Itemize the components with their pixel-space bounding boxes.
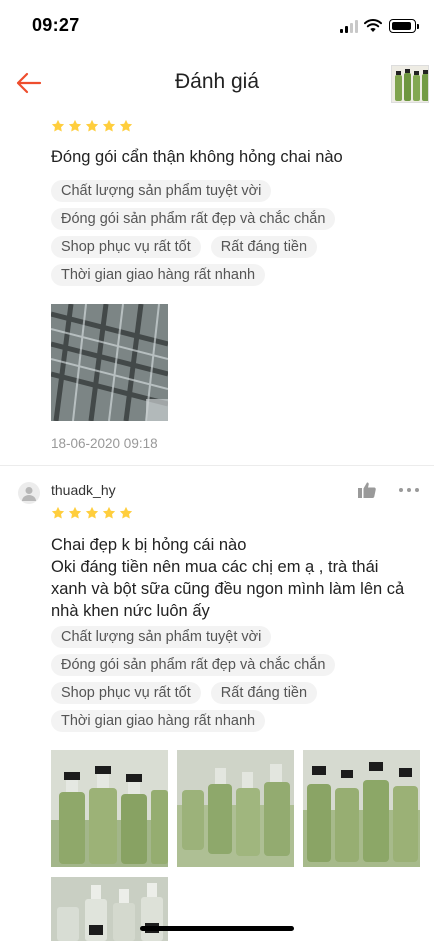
review-tag[interactable]: Shop phục vụ rất tốt xyxy=(51,682,201,704)
thumbs-up-icon[interactable] xyxy=(357,481,377,499)
review-tags: Chất lượng sản phẩm tuyệt vời Đóng gói s… xyxy=(51,180,431,292)
bottles-photo-image xyxy=(51,877,168,941)
review-text-line: Oki đáng tiền nên mua các chị em ạ , trà… xyxy=(51,558,379,576)
star-icon xyxy=(51,506,65,519)
review-photo[interactable] xyxy=(303,750,420,867)
review-photo[interactable] xyxy=(51,750,168,867)
bottles-photo-image xyxy=(51,750,168,867)
review-tag[interactable]: Đóng gói sản phẩm rất đẹp và chắc chắn xyxy=(51,208,336,230)
review-tag[interactable]: Thời gian giao hàng rất nhanh xyxy=(51,710,266,732)
star-icon xyxy=(102,506,116,519)
star-icon xyxy=(51,119,65,132)
review-tag[interactable]: Thời gian giao hàng rất nhanh xyxy=(51,264,266,286)
review-tag[interactable]: Chất lượng sản phẩm tuyệt vời xyxy=(51,626,272,648)
rating-stars xyxy=(51,119,133,133)
review-photo[interactable] xyxy=(51,877,168,941)
review-tag[interactable]: Đóng gói sản phẩm rất đẹp và chắc chắn xyxy=(51,654,336,676)
home-indicator xyxy=(140,926,294,931)
star-icon xyxy=(85,506,99,519)
review-text-line: xanh và bột sữa cũng đều ngon mình làm l… xyxy=(51,580,405,598)
review-item: Đóng gói cẩn thận không hỏng chai nào Ch… xyxy=(0,0,434,465)
review-item: thuadk_hy Chai đẹp k bị hỏng cái nào Oki… xyxy=(0,466,434,941)
rating-stars xyxy=(51,506,133,520)
review-tags: Chất lượng sản phẩm tuyệt vời Đóng gói s… xyxy=(51,626,431,738)
review-timestamp: 18-06-2020 09:18 xyxy=(51,436,158,451)
review-photo[interactable] xyxy=(51,304,168,421)
star-icon xyxy=(68,119,82,132)
review-text: Đóng gói cẩn thận không hỏng chai nào xyxy=(51,148,343,166)
star-icon xyxy=(68,506,82,519)
star-icon xyxy=(102,119,116,132)
review-text-line: Chai đẹp k bị hỏng cái nào xyxy=(51,536,247,554)
review-text: Chai đẹp k bị hỏng cái nào Oki đáng tiền… xyxy=(51,534,421,622)
review-text-line: nhà khen nức luôn ấy xyxy=(51,602,210,620)
review-tag[interactable]: Rất đáng tiền xyxy=(210,236,318,258)
review-photo[interactable] xyxy=(177,750,294,867)
star-icon xyxy=(119,119,133,132)
bottles-photo-image xyxy=(177,750,294,867)
review-tag[interactable]: Chất lượng sản phẩm tuyệt vời xyxy=(51,180,272,202)
more-options-icon[interactable] xyxy=(399,485,421,495)
username[interactable]: thuadk_hy xyxy=(51,482,116,498)
bottles-photo-image xyxy=(303,750,420,867)
review-tag[interactable]: Rất đáng tiền xyxy=(210,682,318,704)
review-tag[interactable]: Shop phục vụ rất tốt xyxy=(51,236,201,258)
avatar[interactable] xyxy=(18,482,40,504)
user-avatar-icon xyxy=(22,487,36,501)
wrapped-package-image xyxy=(51,304,168,421)
star-icon xyxy=(119,506,133,519)
star-icon xyxy=(85,119,99,132)
